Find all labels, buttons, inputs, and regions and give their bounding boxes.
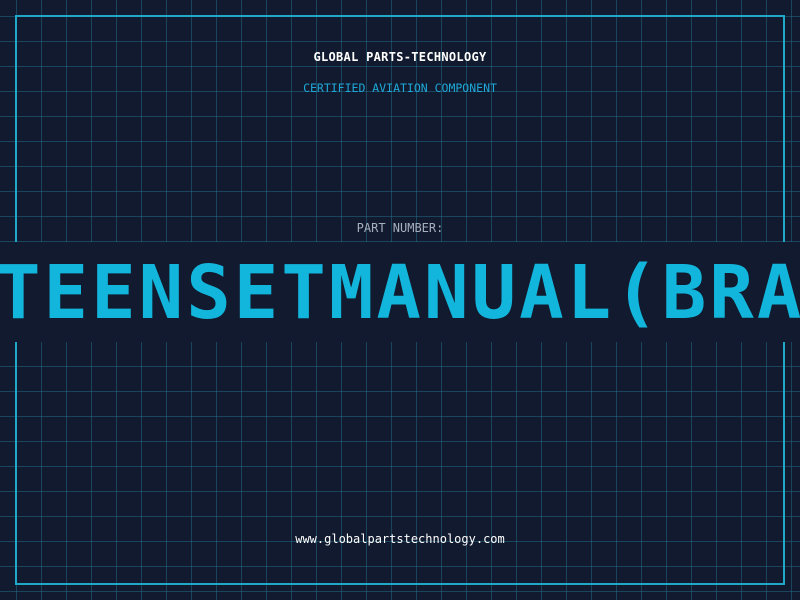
website-url: www.globalpartstechnology.com (295, 532, 505, 546)
certificate-page: GLOBAL PARTS-TECHNOLOGY CERTIFIED AVIATI… (0, 0, 800, 600)
part-number-value: TEENSETMANUAL(BRAZ (0, 250, 800, 336)
brand-title: GLOBAL PARTS-TECHNOLOGY (313, 50, 487, 64)
part-number-label: PART NUMBER: (356, 221, 444, 235)
certification-subtitle: CERTIFIED AVIATION COMPONENT (303, 81, 497, 95)
